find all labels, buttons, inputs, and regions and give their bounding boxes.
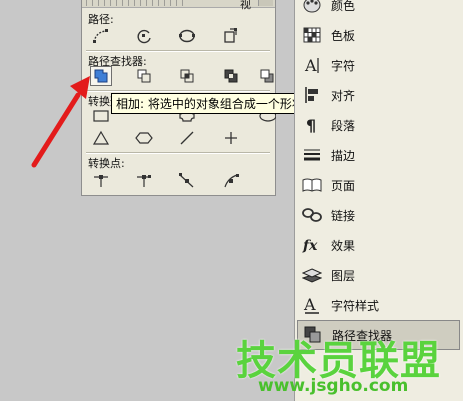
- plain-point-icon: [94, 175, 108, 187]
- convert-orthogonal-line-button[interactable]: [220, 128, 242, 148]
- svg-text:¶: ¶: [306, 116, 316, 134]
- dock-item-effects[interactable]: fx 效果: [297, 230, 460, 260]
- section-divider: [86, 90, 270, 92]
- svg-text:A: A: [303, 295, 316, 314]
- reverse-path-button[interactable]: [220, 26, 242, 46]
- corner-point-icon: [137, 175, 151, 187]
- dock-item-label: 字符: [331, 58, 356, 73]
- add-shapes-tooltip: 相加: 将选中的对象组合成一个形状: [111, 93, 309, 114]
- plain-point-button[interactable]: [90, 170, 112, 190]
- dock-item-label: 颜色: [331, 0, 356, 13]
- canvas-background: [0, 0, 81, 401]
- convert-rectangle-button[interactable]: [90, 106, 112, 126]
- watermark-url: www.jsgho.com: [258, 376, 409, 396]
- swatches-grid-icon: [301, 24, 323, 46]
- align-icon: [301, 84, 323, 106]
- open-path-button[interactable]: [133, 26, 155, 46]
- pages-icon: [301, 174, 323, 196]
- dock-item-swatches[interactable]: 色板: [297, 20, 460, 50]
- reverse-path-icon: [224, 28, 237, 43]
- dock-item-label: 对齐: [331, 88, 356, 103]
- svg-text:A: A: [304, 56, 317, 74]
- minus-back-button[interactable]: [258, 66, 276, 86]
- color-palette-icon: [301, 0, 323, 16]
- exclude-overlap-icon: [224, 69, 238, 83]
- convert-triangle-button[interactable]: [90, 128, 112, 148]
- close-path-button[interactable]: [176, 26, 198, 46]
- subtract-shapes-button[interactable]: [133, 66, 155, 86]
- dock-item-label: 字符样式: [331, 298, 380, 313]
- layers-icon: [301, 264, 323, 286]
- effects-icon: fx: [301, 234, 323, 256]
- dock-item-label: 图层: [331, 268, 356, 283]
- dock-item-label: 描边: [331, 148, 356, 163]
- dock-item-links[interactable]: 链接: [297, 200, 460, 230]
- line-icon: [180, 131, 194, 145]
- dock-item-character-styles[interactable]: A 字符样式: [297, 290, 460, 320]
- triangle-icon: [92, 130, 110, 145]
- polygon-icon: [135, 132, 153, 144]
- corner-point-button[interactable]: [133, 170, 155, 190]
- svg-text:fx: fx: [302, 238, 318, 254]
- dock-item-label: 段落: [331, 118, 356, 133]
- add-shapes-icon: [94, 69, 108, 83]
- join-path-icon: [93, 29, 108, 43]
- intersect-shapes-icon: [180, 69, 194, 83]
- dock-item-color[interactable]: 颜色: [297, 0, 460, 20]
- symmetrical-smooth-point-button[interactable]: [220, 170, 242, 190]
- close-path-icon: [179, 29, 195, 43]
- dock-item-pages[interactable]: 页面: [297, 170, 460, 200]
- path-section-label: 路径:: [88, 13, 114, 26]
- dock-item-align[interactable]: 对齐: [297, 80, 460, 110]
- add-shapes-button[interactable]: [90, 66, 112, 86]
- open-path-icon: [137, 29, 151, 44]
- convert-polygon-button[interactable]: [133, 128, 155, 148]
- panel-ruler-ticks: [86, 0, 186, 6]
- dock-item-character[interactable]: A 字符: [297, 50, 460, 80]
- smooth-point-button[interactable]: [176, 170, 198, 190]
- join-path-button[interactable]: [90, 26, 112, 46]
- panel-tab-label[interactable]: 视: [240, 0, 251, 12]
- minus-back-icon: [260, 69, 274, 83]
- orthogonal-line-icon: [225, 132, 237, 144]
- links-icon: [301, 204, 323, 226]
- character-icon: A: [301, 54, 323, 76]
- smooth-point-icon: [179, 173, 194, 188]
- intersect-shapes-button[interactable]: [176, 66, 198, 86]
- section-divider: [86, 152, 270, 154]
- symmetrical-smooth-point-icon: [224, 174, 239, 188]
- section-divider: [86, 50, 270, 52]
- convert-line-button[interactable]: [176, 128, 198, 148]
- rectangle-icon: [93, 110, 109, 122]
- panel-collapse-button[interactable]: [258, 0, 273, 6]
- dock-item-label: 色板: [331, 28, 356, 43]
- dock-item-label: 链接: [331, 208, 356, 223]
- dock-item-paragraph[interactable]: ¶ 段落: [297, 110, 460, 140]
- character-styles-icon: A: [301, 294, 323, 316]
- exclude-overlap-button[interactable]: [220, 66, 242, 86]
- paragraph-icon: ¶: [301, 114, 323, 136]
- dock-item-label: 页面: [331, 178, 356, 193]
- subtract-shapes-icon: [137, 69, 151, 83]
- dock-item-stroke[interactable]: 描边: [297, 140, 460, 170]
- dock-item-label: 效果: [331, 238, 356, 253]
- dock-item-layers[interactable]: 图层: [297, 260, 460, 290]
- stroke-icon: [301, 144, 323, 166]
- convert-point-section-label: 转换点:: [88, 157, 125, 170]
